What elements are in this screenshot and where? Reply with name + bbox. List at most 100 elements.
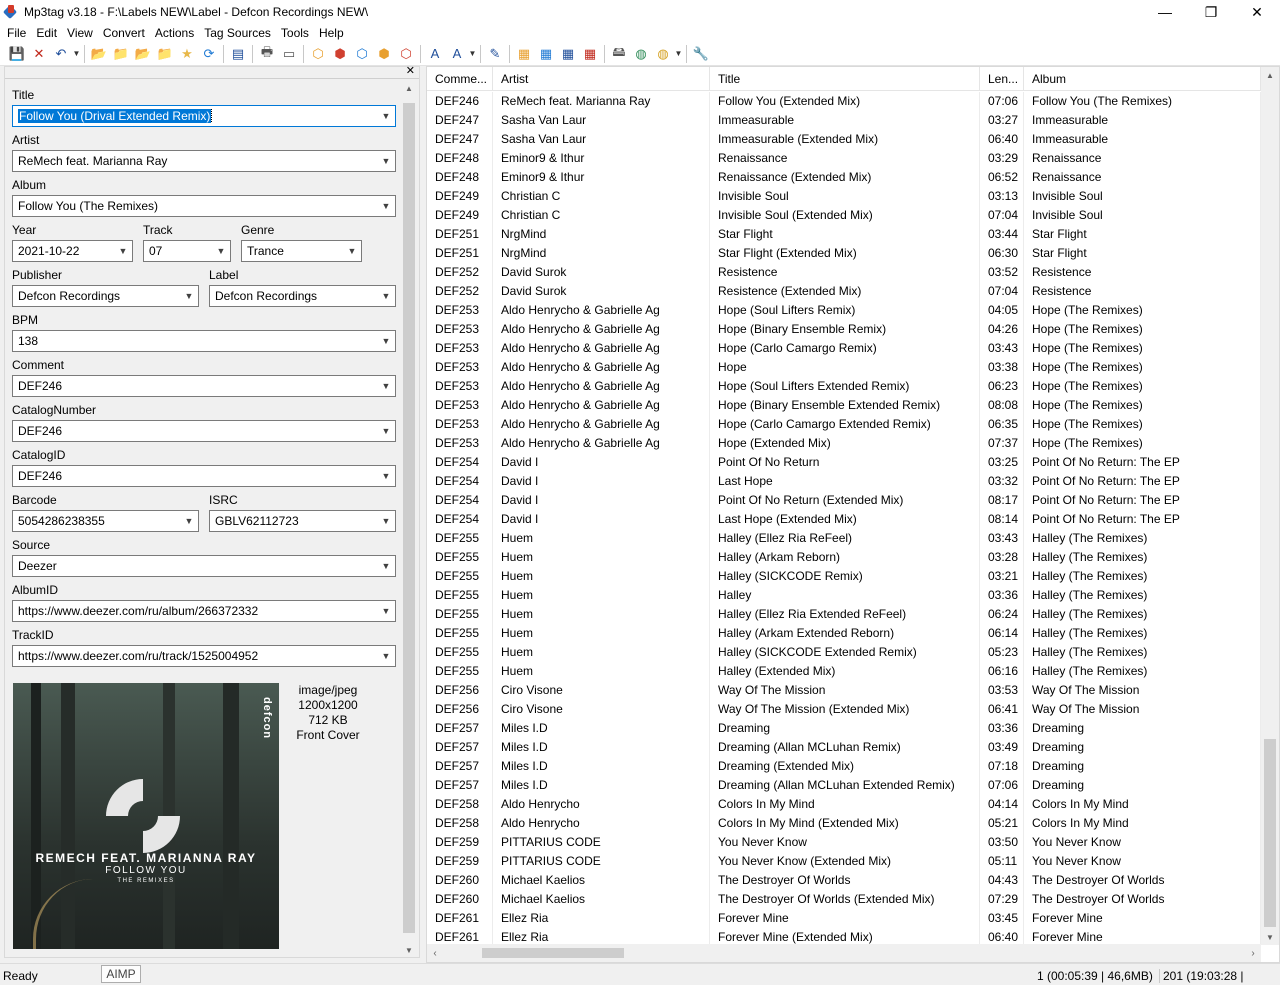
tag-panel-scrollbar[interactable]: ▲ ▼ — [401, 81, 417, 957]
table-row[interactable]: DEF261 Ellez Ria Forever Mine 03:45 Forever … — [427, 909, 1261, 928]
extended-tags-icon[interactable]: ▤ — [227, 44, 249, 64]
menu-actions[interactable]: Actions — [150, 26, 199, 40]
menu-tools[interactable]: Tools — [276, 26, 314, 40]
table-row[interactable]: DEF253 Aldo Henrycho & Gabrielle Ag Hope (… — [427, 377, 1261, 396]
track-field[interactable]: 07 ▼ — [143, 240, 231, 262]
table-row[interactable]: DEF255 Huem Halley (Ellez Ria Extended ReF… — [427, 605, 1261, 624]
chevron-down-icon[interactable]: ▼ — [377, 196, 395, 216]
file-list-vscrollbar[interactable]: ▲ ▼ — [1261, 67, 1279, 945]
table-row[interactable]: DEF255 Huem Halley (Ellez Ria ReFeel) 03:43… — [427, 529, 1261, 548]
comment-field[interactable]: DEF246 ▼ — [12, 375, 396, 397]
column-header-comment[interactable]: Comme... — [427, 67, 493, 91]
scrollbar-thumb[interactable] — [482, 948, 624, 958]
chevron-down-icon[interactable]: ▼ — [377, 151, 395, 171]
actions-icon[interactable]: A — [446, 44, 468, 64]
scroll-down-icon[interactable]: ▼ — [401, 943, 417, 957]
column-header-title[interactable]: Title — [710, 67, 980, 91]
albumid-field[interactable]: https://www.deezer.com/ru/album/26637233… — [12, 600, 396, 622]
freedb-icon[interactable]: 🖴 — [608, 44, 630, 64]
text-tag-icon[interactable]: ⬢ — [373, 44, 395, 64]
refresh-icon[interactable]: ⟳ — [198, 44, 220, 64]
barcode-field[interactable]: 5054286238355 ▼ — [12, 510, 199, 532]
table-row[interactable]: DEF253 Aldo Henrycho & Gabrielle Ag Hope (… — [427, 415, 1261, 434]
table-row[interactable]: DEF260 Michael Kaelios The Destroyer Of Wo… — [427, 890, 1261, 909]
scroll-left-icon[interactable]: ‹ — [427, 944, 443, 962]
scrollbar-thumb[interactable] — [1264, 739, 1276, 927]
table-row[interactable]: DEF254 David I Point Of No Return (Extende… — [427, 491, 1261, 510]
isrc-field[interactable]: GBLV62112723 ▼ — [209, 510, 396, 532]
table-row[interactable]: DEF252 David Surok Resistence 03:52 Resisten… — [427, 263, 1261, 282]
table-row[interactable]: DEF257 Miles I.D Dreaming (Extended Mix) 07… — [427, 757, 1261, 776]
table-row[interactable]: DEF252 David Surok Resistence (Extended Mi… — [427, 282, 1261, 301]
save-icon[interactable]: 💾 — [6, 44, 28, 64]
favorite-icon[interactable]: ★ — [176, 44, 198, 64]
table-row[interactable]: DEF248 Eminor9 & Ithur Renaissance 03:29 Ren… — [427, 149, 1261, 168]
chevron-down-icon[interactable]: ▼ — [212, 241, 230, 261]
table-row[interactable]: DEF247 Sasha Van Laur Immeasurable (Extend… — [427, 130, 1261, 149]
table-row[interactable]: DEF254 David I Last Hope 03:32 Point Of No R… — [427, 472, 1261, 491]
filename-filename-icon[interactable]: ⬡ — [351, 44, 373, 64]
tag-sources-icon[interactable]: ◍ — [652, 44, 674, 64]
chevron-down-icon[interactable]: ▼ — [377, 511, 395, 531]
label-field[interactable]: Defcon Recordings ▼ — [209, 285, 396, 307]
menu-tag-sources[interactable]: Tag Sources — [199, 26, 276, 40]
tag-text-icon[interactable]: ⬡ — [395, 44, 417, 64]
chevron-down-icon[interactable]: ▼ — [377, 601, 395, 621]
table-row[interactable]: DEF249 Christian C Invisible Soul (Extende… — [427, 206, 1261, 225]
chevron-down-icon[interactable]: ▼ — [377, 421, 395, 441]
title-field[interactable]: Follow You (Drival Extended Remix) ▼ — [12, 105, 396, 127]
cover-art[interactable]: defcon REMECH FEAT. MARIANNA RAY FOLLOW … — [13, 683, 279, 949]
menu-file[interactable]: File — [2, 26, 31, 40]
table-row[interactable]: DEF251 NrgMind Star Flight 03:44 Star Flight — [427, 225, 1261, 244]
year-field[interactable]: 2021-10-22 ▼ — [12, 240, 133, 262]
catalogid-field[interactable]: DEF246 ▼ — [12, 465, 396, 487]
import-icon[interactable]: ▦ — [535, 44, 557, 64]
web-source-icon[interactable]: ◍ — [630, 44, 652, 64]
table-row[interactable]: DEF249 Christian C Invisible Soul 03:13 Invi… — [427, 187, 1261, 206]
table-row[interactable]: DEF248 Eminor9 & Ithur Renaissance (Extend… — [427, 168, 1261, 187]
table-row[interactable]: DEF255 Huem Halley (SICKCODE Extended Remi… — [427, 643, 1261, 662]
sort-icon[interactable]: ▦ — [579, 44, 601, 64]
edit-icon[interactable]: ✎ — [484, 44, 506, 64]
chevron-down-icon[interactable]: ▼ — [377, 286, 395, 306]
table-row[interactable]: DEF255 Huem Halley (Extended Mix) 06:16 Hall… — [427, 662, 1261, 681]
table-row[interactable]: DEF253 Aldo Henrycho & Gabrielle Ag Hope (… — [427, 301, 1261, 320]
table-row[interactable]: DEF246 ReMech feat. Marianna Ray Follow Yo… — [427, 92, 1261, 111]
table-row[interactable]: DEF253 Aldo Henrycho & Gabrielle Ag Hope (… — [427, 339, 1261, 358]
table-row[interactable]: DEF253 Aldo Henrycho & Gabrielle Ag Hope (… — [427, 320, 1261, 339]
menu-help[interactable]: Help — [314, 26, 349, 40]
scroll-right-icon[interactable]: › — [1245, 944, 1261, 962]
scroll-up-icon[interactable]: ▲ — [401, 81, 417, 95]
add-directory-icon[interactable]: 📁 — [110, 44, 132, 64]
numbering-icon[interactable]: ▦ — [557, 44, 579, 64]
chevron-down-icon[interactable]: ▼ — [180, 286, 198, 306]
undo-icon[interactable]: ↶ — [50, 44, 72, 64]
genre-field[interactable]: Trance ▼ — [241, 240, 362, 262]
album-field[interactable]: Follow You (The Remixes) ▼ — [12, 195, 396, 217]
scroll-up-icon[interactable]: ▲ — [1261, 67, 1279, 83]
catalognumber-field[interactable]: DEF246 ▼ — [12, 420, 396, 442]
table-row[interactable]: DEF255 Huem Halley 03:36 Halley (The Remixes… — [427, 586, 1261, 605]
chevron-down-icon[interactable]: ▼ — [377, 376, 395, 396]
change-directory-icon[interactable]: 📂 — [88, 44, 110, 64]
minimize-button[interactable]: — — [1142, 0, 1188, 24]
folder-export-icon[interactable]: 📁 — [154, 44, 176, 64]
trackid-field[interactable]: https://www.deezer.com/ru/track/15250049… — [12, 645, 396, 667]
chevron-down-icon[interactable]: ▼ — [377, 331, 395, 351]
player-button[interactable]: AIMP — [101, 965, 141, 983]
table-row[interactable]: DEF259 PITTARIUS CODE You Never Know (Exte… — [427, 852, 1261, 871]
close-panel-icon[interactable]: ✕ — [406, 64, 415, 77]
column-header-artist[interactable]: Artist — [493, 67, 710, 91]
table-row[interactable]: DEF257 Miles I.D Dreaming 03:36 Dreaming — [427, 719, 1261, 738]
print-icon[interactable]: 🖶 — [256, 44, 278, 64]
table-row[interactable]: DEF256 Ciro Visone Way Of The Mission 03:53… — [427, 681, 1261, 700]
table-row[interactable]: DEF254 David I Point Of No Return 03:25 Poin… — [427, 453, 1261, 472]
bpm-field[interactable]: 138 ▼ — [12, 330, 396, 352]
playlist-icon[interactable]: ▭ — [278, 44, 300, 64]
options-icon[interactable]: 🔧 — [690, 44, 712, 64]
chevron-down-icon[interactable]: ▼ — [377, 466, 395, 486]
maximize-button[interactable]: ❐ — [1188, 0, 1234, 24]
column-header-album[interactable]: Album — [1024, 67, 1261, 91]
table-row[interactable]: DEF254 David I Last Hope (Extended Mix) 08:… — [427, 510, 1261, 529]
source-field[interactable]: Deezer ▼ — [12, 555, 396, 577]
